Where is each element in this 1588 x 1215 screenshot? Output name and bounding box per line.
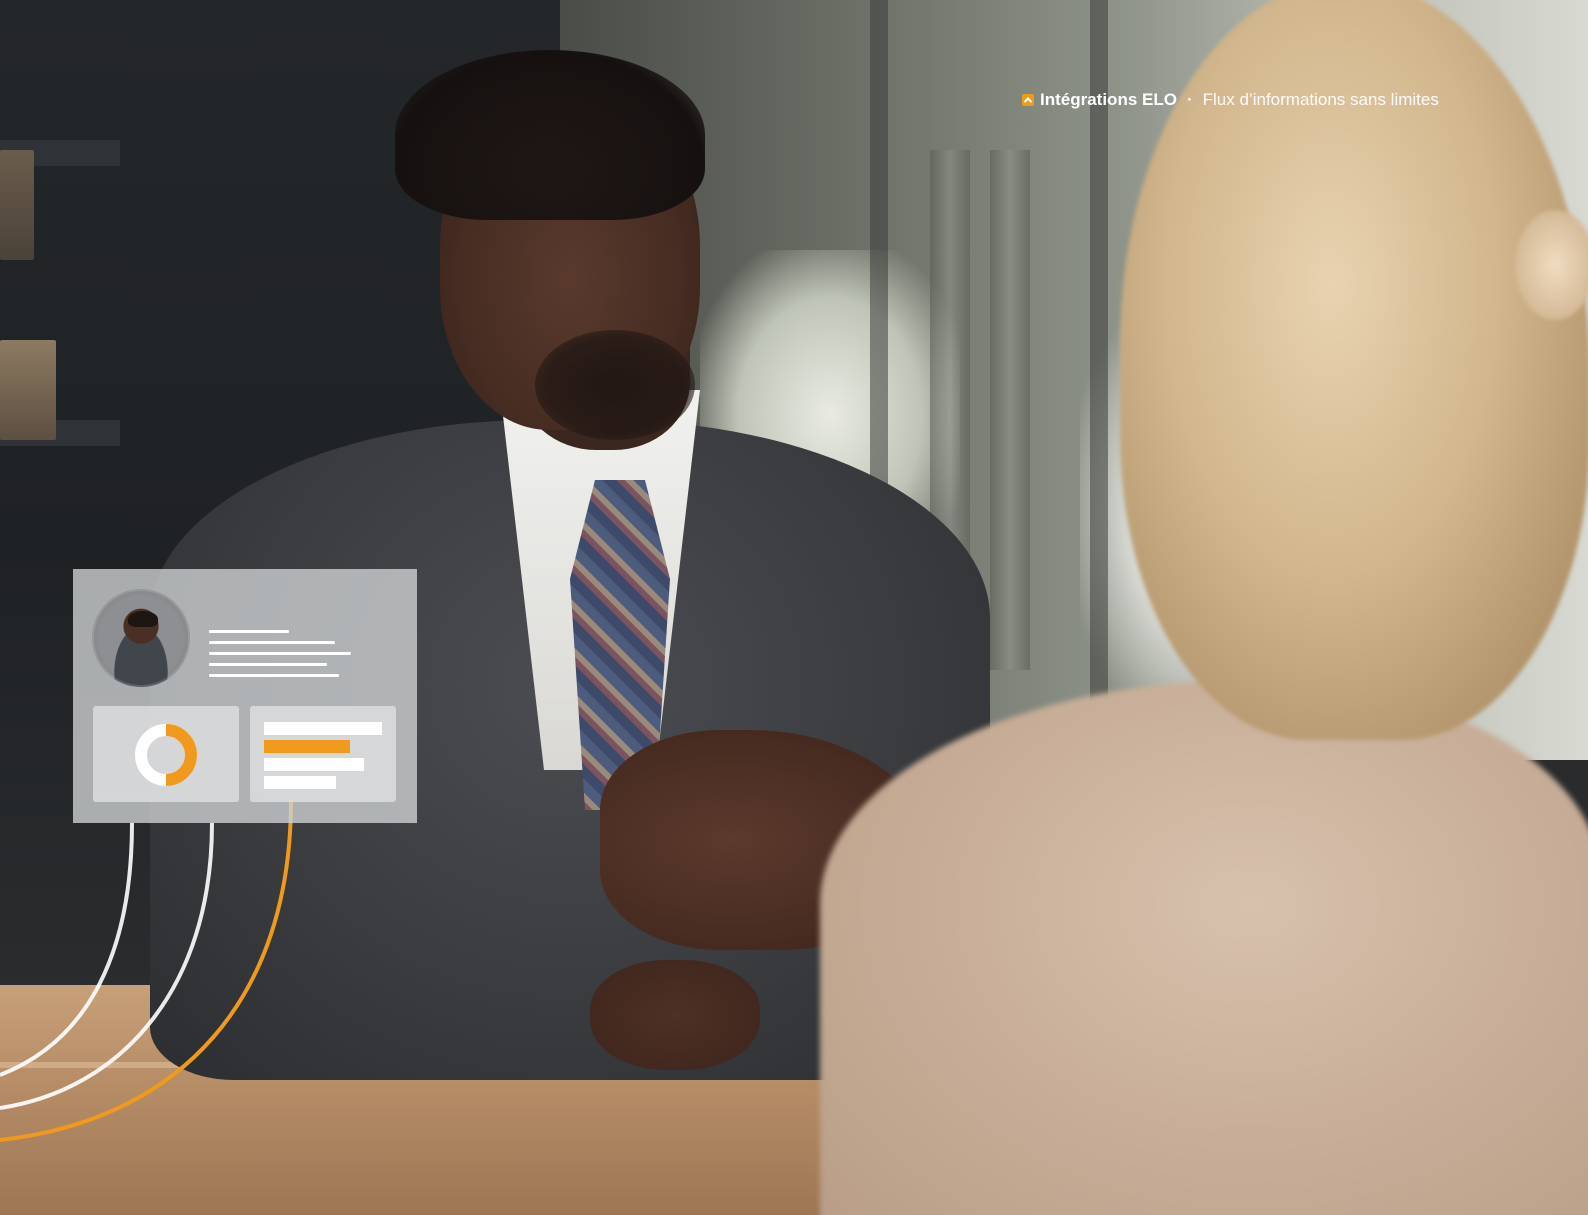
donut-tile (93, 706, 239, 802)
brand-title: Intégrations ELO (1040, 90, 1177, 109)
bar-white (264, 776, 336, 789)
elo-logo-icon (1022, 94, 1034, 106)
curtain (990, 150, 1030, 670)
man-beard (535, 330, 695, 440)
window-frame (1090, 0, 1108, 760)
profile-card (73, 569, 417, 823)
placeholder-line (209, 663, 327, 666)
placeholder-line (209, 652, 351, 655)
bars-tile (250, 706, 396, 802)
header-tagline: Flux d’informations sans limites (1202, 90, 1439, 109)
woman-head (1120, 0, 1588, 740)
header-separator: · (1186, 90, 1193, 109)
shelf-object (0, 150, 34, 260)
woman-shoulder (820, 680, 1588, 1215)
placeholder-line (209, 641, 335, 644)
bar-orange (264, 740, 350, 753)
donut-progress-arc (165, 724, 197, 786)
man-hand-lower (590, 960, 760, 1070)
man-hair (395, 50, 705, 220)
woman-hair-bun (1515, 210, 1588, 320)
placeholder-line (209, 630, 289, 633)
donut-chart-icon (135, 724, 197, 786)
placeholder-line (209, 674, 339, 677)
page-header: Intégrations ELO · Flux d’informations s… (1022, 89, 1439, 111)
bar-white (264, 758, 364, 771)
bar-white (264, 722, 382, 735)
user-avatar-icon (92, 589, 190, 687)
shelf-object (0, 340, 56, 440)
profile-text-placeholder (209, 630, 351, 685)
avatar-hair (128, 611, 158, 627)
